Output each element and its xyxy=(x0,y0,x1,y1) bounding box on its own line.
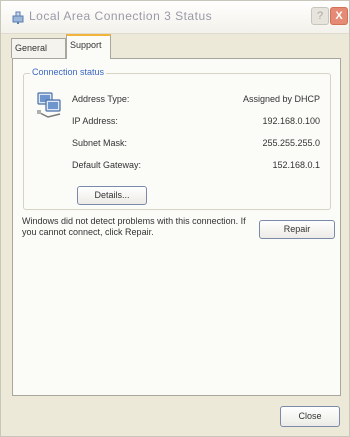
ip-address-label: IP Address: xyxy=(72,116,118,126)
default-gateway-label: Default Gateway: xyxy=(72,160,142,170)
connection-status-label: Connection status xyxy=(30,67,107,77)
close-window-button[interactable]: X xyxy=(330,7,348,25)
ip-address-value: 192.168.0.100 xyxy=(262,116,320,126)
connection-status-group: Connection status Address Type: Assigned… xyxy=(23,67,331,210)
status-dialog: Local Area Connection 3 Status ? X Gener… xyxy=(0,0,350,437)
details-button[interactable]: Details... xyxy=(77,186,147,205)
default-gateway-value: 152.168.0.1 xyxy=(272,160,320,170)
subnet-mask-value: 255.255.255.0 xyxy=(262,138,320,148)
repair-button[interactable]: Repair xyxy=(259,220,335,239)
network-connection-icon xyxy=(34,90,64,120)
help-button[interactable]: ? xyxy=(311,7,329,25)
title-bar[interactable]: Local Area Connection 3 Status ? X xyxy=(1,1,349,34)
support-tab-panel: Connection status Address Type: Assigned… xyxy=(12,58,341,396)
tab-general[interactable]: General xyxy=(11,38,66,58)
tab-support[interactable]: Support xyxy=(66,34,111,59)
window-title: Local Area Connection 3 Status xyxy=(29,9,213,23)
close-button[interactable]: Close xyxy=(280,406,340,427)
network-icon xyxy=(11,10,25,24)
subnet-mask-label: Subnet Mask: xyxy=(72,138,128,148)
address-type-value: Assigned by DHCP xyxy=(242,94,320,104)
address-type-label: Address Type: xyxy=(72,94,130,104)
repair-message: Windows did not detect problems with thi… xyxy=(22,216,246,237)
